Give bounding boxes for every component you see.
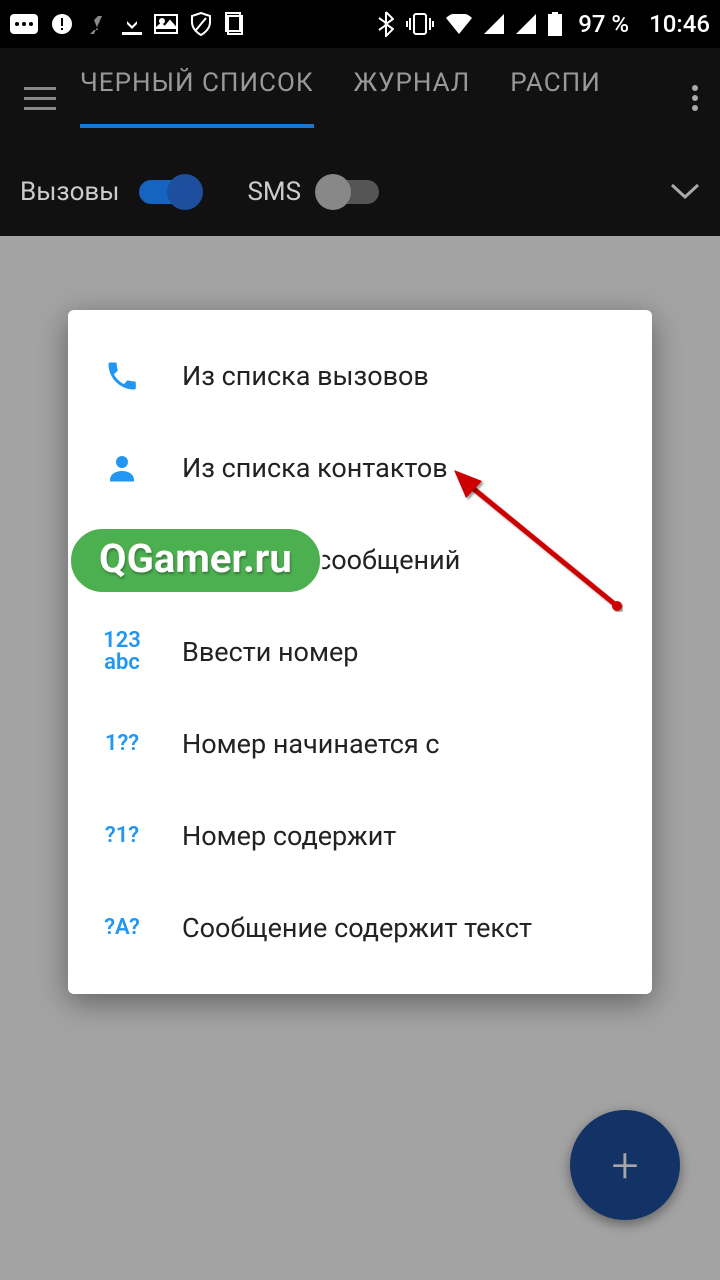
app-bar: ЧЕРНЫЙ СПИСОК ЖУРНАЛ РАСПИ [0,48,720,148]
sms-toggle[interactable] [321,180,379,204]
tab-log[interactable]: ЖУРНАЛ [354,68,471,128]
person-icon [92,444,152,492]
sms-toggle-label: SMS [247,177,301,207]
warning-icon [50,12,74,36]
dialog-item-starts-with[interactable]: 1?? Номер начинается с [68,698,652,790]
signal-2-icon [516,14,536,34]
download-icon [122,12,142,36]
calls-toggle-label: Вызовы [20,177,119,207]
wifi-icon [446,14,472,34]
dialog-item-message-text[interactable]: ?A? Сообщение содержит текст [68,882,652,974]
calls-toggle[interactable] [139,180,197,204]
dialog-item-label: Из списка контактов [182,452,448,484]
hamburger-menu[interactable] [0,48,80,148]
overflow-menu[interactable] [670,85,720,111]
vibrate-icon [406,12,434,36]
dialog-item-enter-number[interactable]: 123abc Ввести номер [68,606,652,698]
chevron-down-icon[interactable] [670,183,700,201]
watermark: QGamer.ru [68,526,323,595]
battery-icon [548,12,562,36]
tab-blacklist[interactable]: ЧЕРНЫЙ СПИСОК [80,68,314,128]
shield-icon [190,12,212,36]
msg-contains-icon: ?A? [92,904,152,952]
filter-toggle-bar: Вызовы SMS [0,148,720,236]
overflow-icon [10,14,38,34]
dialog-item-label: Из списка вызовов [182,360,429,392]
dialog-item-contains[interactable]: ?1? Номер содержит [68,790,652,882]
dialog-item-label: Номер содержит [182,820,396,852]
picture-icon [154,14,178,34]
tab-schedule[interactable]: РАСПИ [510,68,601,128]
battery-percent: 97 % [578,10,629,38]
add-source-dialog: Из списка вызовов Из списка контактов Из… [68,310,652,994]
starts-with-icon: 1?? [92,720,152,768]
dialog-item-label: Ввести номер [182,636,358,668]
dialog-item-label: Номер начинается с [182,728,440,760]
clock: 10:46 [649,10,710,38]
phone-icon [92,352,152,400]
dialog-item-label: Сообщение содержит текст [182,912,532,944]
clipboard-icon [224,12,244,36]
dialog-item-contacts[interactable]: Из списка контактов [68,422,652,514]
dialog-item-call-log[interactable]: Из списка вызовов [68,330,652,422]
status-bar: 97 % 10:46 [0,0,720,48]
unknown-icon [86,12,110,36]
signal-1-icon [484,14,504,34]
bluetooth-icon [378,11,394,37]
keypad-icon: 123abc [92,628,152,676]
contains-icon: ?1? [92,812,152,860]
